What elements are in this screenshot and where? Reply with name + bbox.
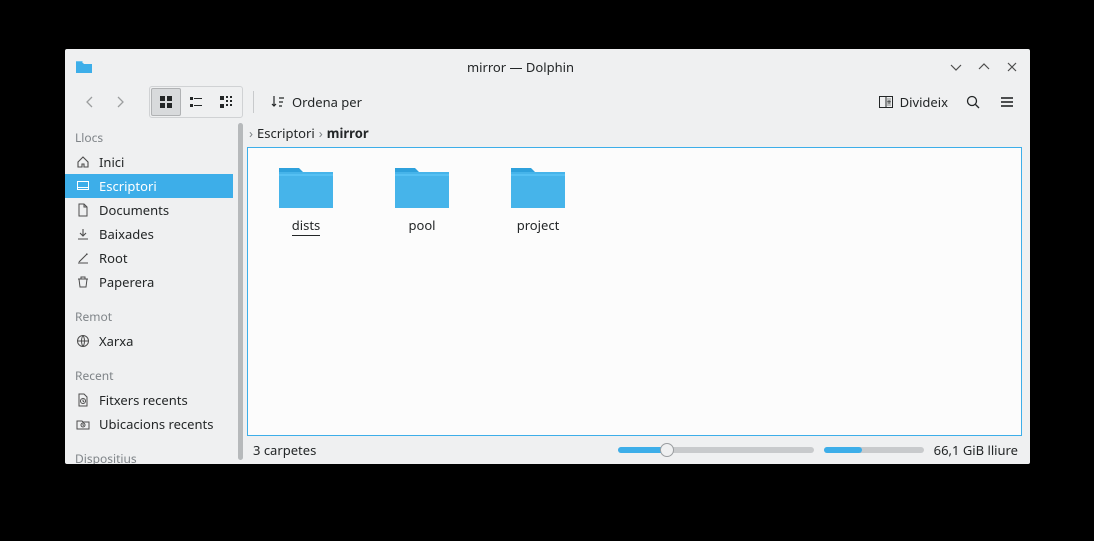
details-view-button[interactable] <box>211 88 241 116</box>
recent-files-icon <box>75 392 91 408</box>
minimize-button[interactable] <box>948 59 964 75</box>
file-label: project <box>517 216 560 234</box>
back-button[interactable] <box>75 88 105 116</box>
close-button[interactable] <box>1004 59 1020 75</box>
forward-button[interactable] <box>105 88 135 116</box>
sidebar-item-recent-locations[interactable]: Ubicacions recents <box>65 412 233 436</box>
sidebar-item-label: Escriptori <box>99 177 157 195</box>
nav-group <box>73 86 137 118</box>
folder-item[interactable]: dists <box>258 162 354 421</box>
breadcrumb-separator-icon: › <box>319 124 323 142</box>
app-icon <box>75 58 93 76</box>
folder-item[interactable]: pool <box>374 162 470 421</box>
documents-icon <box>75 202 91 218</box>
sidebar-item-label: Paperera <box>99 273 154 291</box>
sidebar-item-trash[interactable]: Paperera <box>65 270 233 294</box>
places-section-header: Llocs <box>65 123 233 150</box>
free-space-label: 66,1 GiB lliure <box>934 441 1018 459</box>
breadcrumb-separator-icon: › <box>249 124 253 142</box>
recent-section-header: Recent <box>65 361 233 388</box>
split-label: Divideix <box>900 93 948 111</box>
remote-section-header: Remot <box>65 302 233 329</box>
status-count: 3 carpetes <box>251 441 316 459</box>
sidebar-item-downloads[interactable]: Baixades <box>65 222 233 246</box>
breadcrumb: › Escriptori › mirror <box>247 119 1022 147</box>
menu-button[interactable] <box>992 88 1022 116</box>
statusbar: 3 carpetes 66,1 GiB lliure <box>247 436 1022 464</box>
toolbar-separator <box>253 91 254 113</box>
recent-locations-icon <box>75 416 91 432</box>
desktop-icon <box>75 178 91 194</box>
breadcrumb-current[interactable]: mirror <box>327 124 369 142</box>
window-title: mirror — Dolphin <box>93 58 948 76</box>
sidebar-splitter[interactable] <box>238 123 243 460</box>
disk-usage-bar <box>824 447 924 453</box>
folder-item[interactable]: project <box>490 162 586 421</box>
file-view[interactable]: dists pool project <box>247 147 1022 436</box>
home-icon <box>75 154 91 170</box>
sidebar-item-network[interactable]: Xarxa <box>65 329 233 353</box>
view-mode-group <box>149 86 243 118</box>
sidebar-item-documents[interactable]: Documents <box>65 198 233 222</box>
sidebar-item-label: Xarxa <box>99 332 133 350</box>
folder-icon <box>509 162 567 210</box>
split-icon: + <box>878 94 894 110</box>
svg-text:+: + <box>886 97 891 108</box>
root-icon <box>75 250 91 266</box>
maximize-button[interactable] <box>976 59 992 75</box>
dolphin-window: mirror — Dolphin Ordena per + Divideix <box>65 49 1030 464</box>
compact-view-button[interactable] <box>181 88 211 116</box>
places-panel: Llocs Inici Escriptori Documents Baixade… <box>65 119 233 464</box>
file-label: dists <box>292 216 321 236</box>
toolbar: Ordena per + Divideix <box>65 85 1030 119</box>
window-controls <box>948 59 1020 75</box>
folder-icon <box>393 162 451 210</box>
folder-icon <box>277 162 335 210</box>
devices-section-header: Dispositius <box>65 444 233 464</box>
sidebar-item-label: Baixades <box>99 225 154 243</box>
sidebar-item-label: Inici <box>99 153 124 171</box>
sidebar-item-label: Root <box>99 249 128 267</box>
sidebar-item-desktop[interactable]: Escriptori <box>65 174 233 198</box>
sidebar-item-recent-files[interactable]: Fitxers recents <box>65 388 233 412</box>
sidebar-item-label: Fitxers recents <box>99 391 188 409</box>
downloads-icon <box>75 226 91 242</box>
zoom-slider[interactable] <box>618 447 814 453</box>
sidebar-item-root[interactable]: Root <box>65 246 233 270</box>
sidebar-item-home[interactable]: Inici <box>65 150 233 174</box>
sidebar-item-label: Documents <box>99 201 169 219</box>
main-view: › Escriptori › mirror dists pool <box>247 119 1030 464</box>
breadcrumb-segment[interactable]: Escriptori <box>257 124 315 142</box>
split-button[interactable]: + Divideix <box>872 88 954 116</box>
trash-icon <box>75 274 91 290</box>
search-button[interactable] <box>958 88 988 116</box>
sort-button[interactable]: Ordena per <box>264 88 368 116</box>
network-icon <box>75 333 91 349</box>
sort-icon <box>270 94 286 110</box>
icon-view-button[interactable] <box>151 88 181 116</box>
titlebar: mirror — Dolphin <box>65 49 1030 85</box>
sort-label: Ordena per <box>292 93 362 111</box>
sidebar-item-label: Ubicacions recents <box>99 415 213 433</box>
file-label: pool <box>408 216 435 234</box>
